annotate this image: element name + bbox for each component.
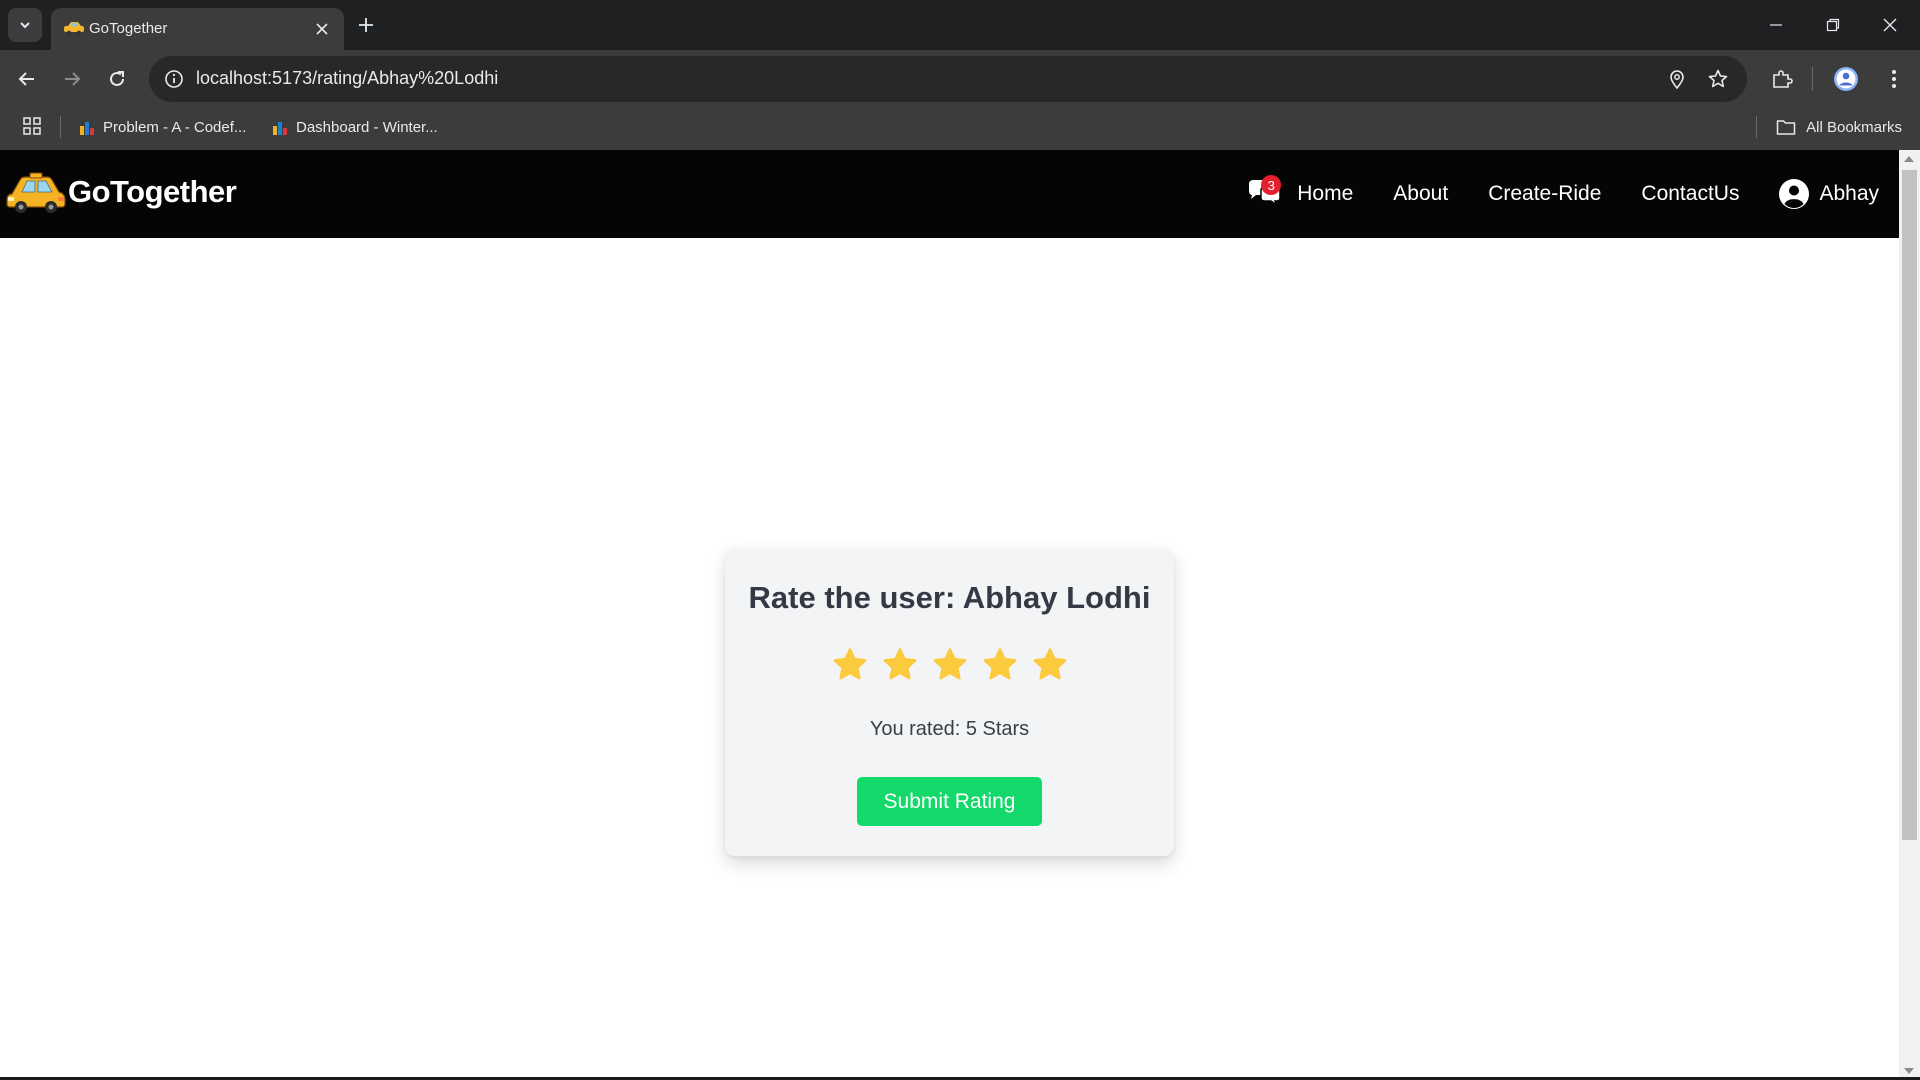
nav-link-about[interactable]: About xyxy=(1393,182,1448,206)
user-profile-menu[interactable]: Abhay xyxy=(1779,179,1879,209)
bookmark-item[interactable]: Problem - A - Codef... xyxy=(79,116,246,138)
rated-text: You rated: 5 Stars xyxy=(869,718,1030,740)
chat-notifications-button[interactable]: 3 xyxy=(1247,175,1283,210)
star-icon[interactable] xyxy=(1031,646,1069,684)
browser-tab-active[interactable]: GoTogether xyxy=(51,8,344,50)
star-icon[interactable] xyxy=(881,646,919,684)
restore-icon xyxy=(1826,18,1840,32)
close-tab-icon[interactable] xyxy=(312,19,332,39)
bookmarks-divider xyxy=(1756,116,1757,138)
nav-link-create-ride[interactable]: Create-Ride xyxy=(1488,182,1601,206)
all-bookmarks-label: All Bookmarks xyxy=(1806,118,1902,136)
url-text[interactable]: localhost:5173/rating/Abhay%20Lodhi xyxy=(196,68,498,89)
arrow-left-icon xyxy=(18,72,34,86)
scroll-up-arrow-icon[interactable] xyxy=(1904,156,1914,162)
reload-button[interactable] xyxy=(103,65,131,93)
folder-icon xyxy=(1776,120,1796,135)
star-icon[interactable] xyxy=(981,646,1019,684)
address-bar[interactable]: localhost:5173/rating/Abhay%20Lodhi xyxy=(149,56,1747,102)
scroll-thumb[interactable] xyxy=(1902,170,1917,840)
browser-tabstrip: GoTogether xyxy=(0,0,1920,50)
rating-card-title: Rate the user: Abhay Lodhi xyxy=(748,580,1151,615)
site-info-icon[interactable] xyxy=(163,68,185,90)
page-viewport: GoTogether 3 Home About Create-Ride Cont… xyxy=(0,150,1920,1080)
submit-rating-button[interactable]: Submit Rating xyxy=(857,777,1042,826)
star-icon[interactable] xyxy=(831,646,869,684)
bar-chart-favicon-icon xyxy=(273,122,287,135)
minimize-window-button[interactable] xyxy=(1754,0,1798,50)
reload-icon xyxy=(110,71,124,86)
arrow-right-icon xyxy=(65,72,81,86)
profile-button[interactable] xyxy=(1832,65,1860,93)
star-rating xyxy=(725,646,1174,684)
back-button[interactable] xyxy=(13,65,41,93)
bookmark-star-icon[interactable] xyxy=(1707,68,1729,90)
toolbar-divider xyxy=(1812,67,1813,91)
location-pin-icon[interactable] xyxy=(1666,68,1688,90)
brand-name: GoTogether xyxy=(68,174,237,209)
puzzle-icon xyxy=(1773,70,1793,88)
apps-grid-icon[interactable] xyxy=(22,116,42,136)
minimize-icon xyxy=(1770,24,1782,26)
browser-toolbar: localhost:5173/rating/Abhay%20Lodhi xyxy=(0,50,1920,108)
tab-search-button[interactable] xyxy=(8,8,42,42)
browser-menu-button[interactable] xyxy=(1880,65,1908,93)
profile-avatar-icon xyxy=(1834,67,1858,91)
user-name: Abhay xyxy=(1819,182,1879,205)
bookmark-item[interactable]: Dashboard - Winter... xyxy=(272,116,438,138)
user-avatar-icon xyxy=(1779,179,1810,209)
brand-logo-link[interactable]: GoTogether xyxy=(6,170,237,214)
close-window-button[interactable] xyxy=(1868,0,1912,50)
all-bookmarks-button[interactable]: All Bookmarks xyxy=(1776,116,1902,138)
rating-card: Rate the user: Abhay Lodhi You rated: 5 … xyxy=(725,548,1174,856)
chevron-down-icon xyxy=(20,22,30,29)
taxi-car-logo-icon xyxy=(6,172,66,213)
bar-chart-favicon-icon xyxy=(80,122,94,135)
page-scrollbar[interactable] xyxy=(1899,150,1920,1080)
tab-title: GoTogether xyxy=(89,20,168,37)
star-icon[interactable] xyxy=(931,646,969,684)
bookmarks-divider xyxy=(60,116,61,138)
new-tab-icon[interactable] xyxy=(353,12,379,38)
more-vertical-icon xyxy=(1892,70,1896,88)
car-favicon-icon xyxy=(64,22,84,36)
bookmark-label: Dashboard - Winter... xyxy=(296,118,438,136)
restore-window-button[interactable] xyxy=(1811,0,1855,50)
extensions-button[interactable] xyxy=(1768,65,1796,93)
site-navbar: GoTogether 3 Home About Create-Ride Cont… xyxy=(0,150,1899,238)
forward-button[interactable] xyxy=(58,65,86,93)
nav-link-contactus[interactable]: ContactUs xyxy=(1641,182,1739,206)
scroll-down-arrow-icon[interactable] xyxy=(1904,1068,1914,1074)
close-icon xyxy=(1883,18,1897,32)
nav-links: 3 Home About Create-Ride ContactUs Abhay xyxy=(1247,150,1879,238)
bookmark-label: Problem - A - Codef... xyxy=(103,118,247,136)
nav-link-home[interactable]: Home xyxy=(1297,182,1353,206)
